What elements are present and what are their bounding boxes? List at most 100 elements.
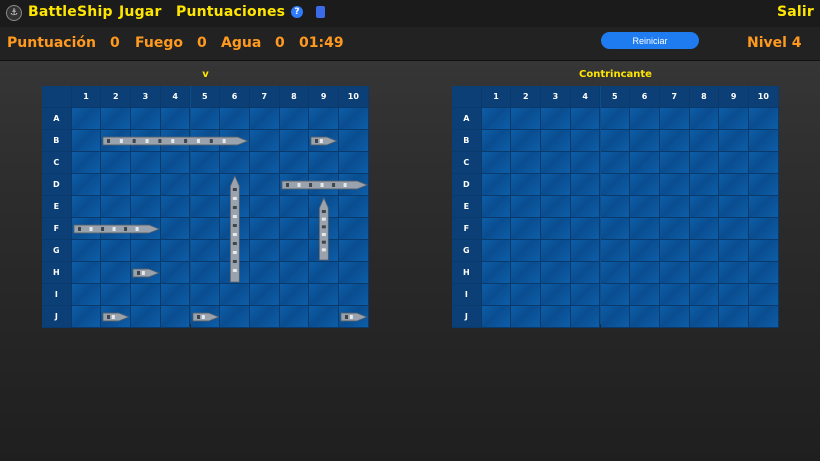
opponent-cell[interactable] — [541, 152, 571, 174]
opponent-cell[interactable] — [570, 196, 601, 218]
opponent-cell[interactable] — [659, 240, 690, 262]
opponent-cell[interactable] — [600, 152, 631, 174]
nav-scores-link[interactable]: Puntuaciones — [176, 4, 285, 20]
opponent-cell[interactable] — [689, 284, 720, 306]
restart-button[interactable]: Reiniciar — [601, 32, 699, 49]
opponent-cell[interactable] — [719, 196, 749, 218]
opponent-cell[interactable] — [481, 218, 512, 240]
opponent-cell[interactable] — [719, 262, 749, 284]
opponent-cell[interactable] — [511, 284, 542, 306]
opponent-cell[interactable] — [541, 174, 571, 196]
opponent-cell[interactable] — [630, 218, 660, 240]
battleship-logo-icon[interactable]: ⚓ — [6, 5, 22, 21]
opponent-cell[interactable] — [541, 306, 571, 328]
opponent-cell[interactable] — [630, 108, 660, 130]
opponent-cell[interactable] — [481, 130, 512, 152]
opponent-cell[interactable] — [630, 284, 660, 306]
opponent-cell[interactable] — [659, 130, 690, 152]
opponent-cell[interactable] — [511, 218, 542, 240]
opponent-cell[interactable] — [659, 152, 690, 174]
opponent-cell[interactable] — [689, 152, 720, 174]
opponent-cell[interactable] — [511, 130, 542, 152]
opponent-cell[interactable] — [689, 108, 720, 130]
opponent-cell[interactable] — [630, 262, 660, 284]
opponent-cell[interactable] — [749, 240, 779, 262]
opponent-cell[interactable] — [570, 174, 601, 196]
opponent-cell[interactable] — [630, 152, 660, 174]
opponent-cell[interactable] — [749, 174, 779, 196]
opponent-cell[interactable] — [749, 306, 779, 328]
book-icon[interactable] — [316, 6, 325, 18]
opponent-cell[interactable] — [511, 152, 542, 174]
opponent-cell[interactable] — [689, 262, 720, 284]
opponent-cell[interactable] — [600, 196, 631, 218]
opponent-cell[interactable] — [570, 152, 601, 174]
opponent-cell[interactable] — [481, 262, 512, 284]
opponent-cell[interactable] — [719, 130, 749, 152]
opponent-cell[interactable] — [600, 174, 631, 196]
opponent-cell[interactable] — [570, 284, 601, 306]
opponent-cell[interactable] — [600, 284, 631, 306]
opponent-cell[interactable] — [749, 284, 779, 306]
opponent-cell[interactable] — [689, 240, 720, 262]
opponent-cell[interactable] — [481, 196, 512, 218]
opponent-cell[interactable] — [689, 306, 720, 328]
opponent-cell[interactable] — [630, 306, 660, 328]
opponent-cell[interactable] — [630, 130, 660, 152]
opponent-cell[interactable] — [719, 152, 749, 174]
opponent-cell[interactable] — [541, 240, 571, 262]
opponent-cell[interactable] — [689, 174, 720, 196]
opponent-cell[interactable] — [511, 306, 542, 328]
opponent-cell[interactable] — [719, 306, 749, 328]
opponent-cell[interactable] — [481, 240, 512, 262]
opponent-cell[interactable] — [570, 306, 601, 328]
opponent-cell[interactable] — [541, 218, 571, 240]
opponent-cell[interactable] — [600, 108, 631, 130]
opponent-cell[interactable] — [600, 262, 631, 284]
opponent-cell[interactable] — [749, 152, 779, 174]
opponent-cell[interactable] — [511, 262, 542, 284]
opponent-cell[interactable] — [570, 108, 601, 130]
opponent-cell[interactable] — [511, 174, 542, 196]
opponent-cell[interactable] — [659, 306, 690, 328]
opponent-cell[interactable] — [570, 218, 601, 240]
opponent-cell[interactable] — [689, 196, 720, 218]
opponent-cell[interactable] — [511, 108, 542, 130]
opponent-cell[interactable] — [749, 108, 779, 130]
opponent-cell[interactable] — [630, 240, 660, 262]
opponent-cell[interactable] — [719, 174, 749, 196]
opponent-cell[interactable] — [719, 284, 749, 306]
opponent-cell[interactable] — [481, 152, 512, 174]
opponent-cell[interactable] — [481, 284, 512, 306]
opponent-cell[interactable] — [719, 108, 749, 130]
opponent-cell[interactable] — [541, 196, 571, 218]
opponent-cell[interactable] — [570, 262, 601, 284]
opponent-cell[interactable] — [659, 108, 690, 130]
opponent-cell[interactable] — [481, 306, 512, 328]
opponent-cell[interactable] — [749, 262, 779, 284]
opponent-cell[interactable] — [659, 174, 690, 196]
opponent-cell[interactable] — [600, 306, 631, 328]
opponent-cell[interactable] — [570, 240, 601, 262]
opponent-cell[interactable] — [689, 218, 720, 240]
opponent-cell[interactable] — [659, 196, 690, 218]
opponent-cell[interactable] — [659, 262, 690, 284]
opponent-cell[interactable] — [600, 130, 631, 152]
app-title[interactable]: BattleShip — [28, 4, 113, 20]
opponent-cell[interactable] — [659, 284, 690, 306]
opponent-cell[interactable] — [600, 240, 631, 262]
opponent-cell[interactable] — [570, 130, 601, 152]
opponent-cell[interactable] — [511, 196, 542, 218]
opponent-cell[interactable] — [481, 174, 512, 196]
opponent-cell[interactable] — [749, 218, 779, 240]
opponent-cell[interactable] — [659, 218, 690, 240]
opponent-cell[interactable] — [630, 174, 660, 196]
opponent-cell[interactable] — [719, 240, 749, 262]
opponent-cell[interactable] — [541, 130, 571, 152]
opponent-cell[interactable] — [749, 130, 779, 152]
opponent-cell[interactable] — [511, 240, 542, 262]
opponent-cell[interactable] — [689, 130, 720, 152]
opponent-cell[interactable] — [749, 196, 779, 218]
nav-play-link[interactable]: Jugar — [119, 4, 162, 20]
exit-link[interactable]: Salir — [777, 4, 814, 20]
